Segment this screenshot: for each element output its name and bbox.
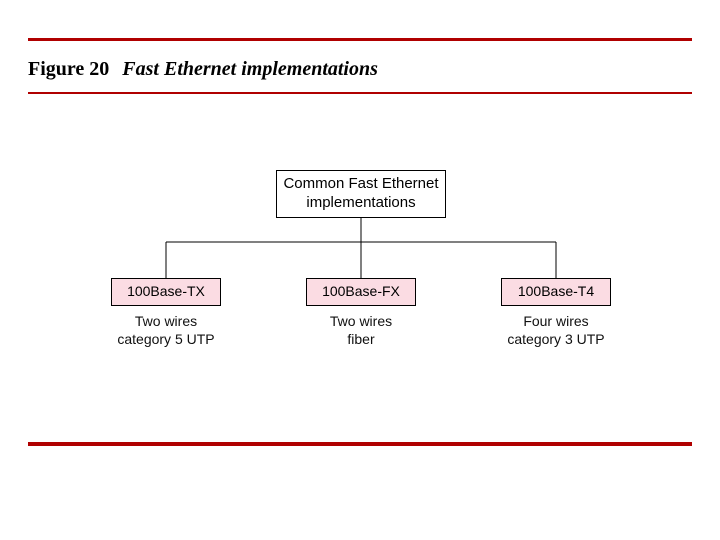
mid-rule xyxy=(28,92,692,94)
child-label: 100Base-FX xyxy=(322,283,400,301)
figure-title: Fast Ethernet implementations xyxy=(122,58,378,80)
child-desc-100base-fx: Two wires fiber xyxy=(291,312,431,348)
desc-line: Two wires xyxy=(330,313,392,329)
bottom-rule xyxy=(28,442,692,446)
child-label: 100Base-T4 xyxy=(518,283,594,301)
desc-line: Four wires xyxy=(523,313,588,329)
figure-caption: Figure 20 Fast Ethernet implementations xyxy=(28,58,378,81)
child-node-100base-t4: 100Base-T4 xyxy=(501,278,611,306)
child-node-100base-tx: 100Base-TX xyxy=(111,278,221,306)
desc-line: Two wires xyxy=(135,313,197,329)
child-label: 100Base-TX xyxy=(127,283,205,301)
child-desc-100base-t4: Four wires category 3 UTP xyxy=(486,312,626,348)
root-node: Common Fast Ethernet implementations xyxy=(276,170,446,218)
diagram: Common Fast Ethernet implementations 100… xyxy=(96,170,626,400)
desc-line: category 5 UTP xyxy=(117,331,214,347)
child-node-100base-fx: 100Base-FX xyxy=(306,278,416,306)
root-label: Common Fast Ethernet implementations xyxy=(277,175,445,213)
desc-line: category 3 UTP xyxy=(507,331,604,347)
child-desc-100base-tx: Two wires category 5 UTP xyxy=(96,312,236,348)
desc-line: fiber xyxy=(347,331,374,347)
top-rule xyxy=(28,38,692,41)
figure-number: Figure 20 xyxy=(28,58,109,80)
